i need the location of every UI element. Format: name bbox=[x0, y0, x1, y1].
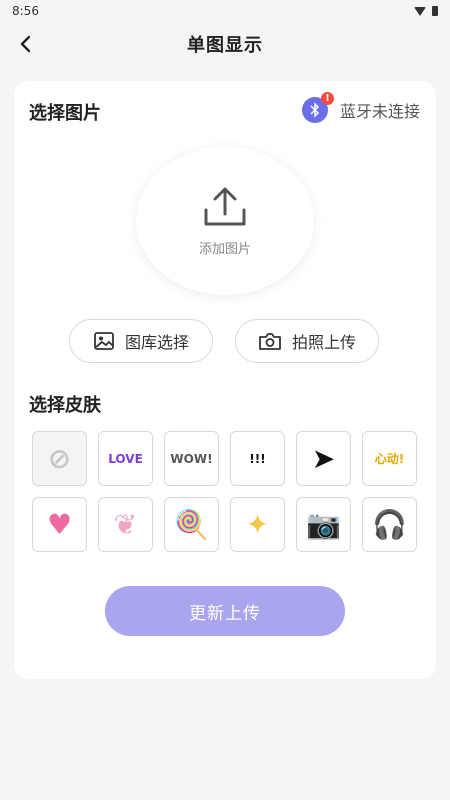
bluetooth-icon: ! bbox=[301, 92, 334, 123]
skin-tile-burst[interactable]: !!! bbox=[230, 431, 285, 486]
butterfly-skin-icon: ❦ bbox=[113, 508, 138, 541]
headphones-skin-icon: 🎧 bbox=[372, 508, 407, 541]
bluetooth-status-label: 蓝牙未连接 bbox=[339, 102, 420, 121]
select-image-title: 选择图片 bbox=[29, 103, 101, 124]
skin-tile-wow[interactable]: WOW! bbox=[164, 431, 219, 486]
status-bar: 8:56 bbox=[0, 0, 450, 22]
page-title: 单图显示 bbox=[187, 35, 263, 56]
back-button[interactable] bbox=[14, 32, 38, 56]
camera-skin-icon: 📷 bbox=[306, 508, 341, 541]
chevron-left-icon bbox=[20, 35, 31, 53]
skin-tile-cursor[interactable]: ➤ bbox=[296, 431, 351, 486]
status-icons bbox=[414, 6, 438, 16]
add-image-upload[interactable]: 添加图片 bbox=[136, 147, 314, 295]
gallery-select-label: 图库选择 bbox=[124, 333, 189, 352]
wifi-icon bbox=[414, 6, 426, 16]
nav-bar: 单图显示 bbox=[0, 22, 450, 66]
skin-tile-none[interactable]: ⊘ bbox=[32, 431, 87, 486]
upload-icon bbox=[204, 187, 246, 225]
camera-upload-label: 拍照上传 bbox=[291, 333, 356, 352]
battery-icon bbox=[432, 6, 438, 16]
sparkle-skin-icon: ✦ bbox=[245, 508, 270, 541]
skin-tile-crown[interactable]: 心动! bbox=[362, 431, 417, 486]
skin-tile-sparkle[interactable]: ✦ bbox=[230, 497, 285, 552]
add-image-label: 添加图片 bbox=[198, 241, 251, 257]
update-upload-button[interactable]: 更新上传 bbox=[105, 586, 345, 636]
heart-bubble-skin-icon: ♥ bbox=[46, 508, 73, 541]
skin-tile-love[interactable]: LOVE bbox=[98, 431, 153, 486]
alert-badge: ! bbox=[320, 92, 334, 105]
bluetooth-status[interactable]: ! 蓝牙未连接 bbox=[301, 92, 420, 123]
camera-upload-button[interactable]: 拍照上传 bbox=[235, 319, 379, 363]
main-card: 选择图片 ! 蓝牙未连接 添加图片 图库选择 拍照上传 选择皮肤 ⊘ LOVE WO… bbox=[14, 81, 436, 679]
skin-tile-camera[interactable]: 📷 bbox=[296, 497, 351, 552]
crown-skin-icon: 心动! bbox=[374, 452, 405, 466]
status-time: 8:56 bbox=[12, 4, 39, 18]
lollipop-skin-icon: 🍭 bbox=[174, 508, 209, 541]
none-skin-icon: ⊘ bbox=[47, 442, 72, 475]
gallery-select-button[interactable]: 图库选择 bbox=[69, 319, 213, 363]
love-skin-icon: LOVE bbox=[108, 451, 143, 466]
image-icon bbox=[94, 332, 114, 350]
skin-tile-lollipop[interactable]: 🍭 bbox=[164, 497, 219, 552]
camera-icon bbox=[259, 333, 281, 350]
skin-grid: ⊘ LOVE WOW!!!! ➤ 心动! ♥ ❦ 🍭 ✦ 📷 🎧 bbox=[32, 431, 418, 552]
select-skin-title: 选择皮肤 bbox=[29, 395, 101, 416]
wow-skin-icon: WOW! bbox=[170, 451, 213, 466]
skin-tile-headphones[interactable]: 🎧 bbox=[362, 497, 417, 552]
skin-tile-heart-bubble[interactable]: ♥ bbox=[32, 497, 87, 552]
burst-skin-icon: !!! bbox=[249, 451, 266, 466]
cursor-skin-icon: ➤ bbox=[311, 442, 336, 475]
skin-tile-butterfly[interactable]: ❦ bbox=[98, 497, 153, 552]
